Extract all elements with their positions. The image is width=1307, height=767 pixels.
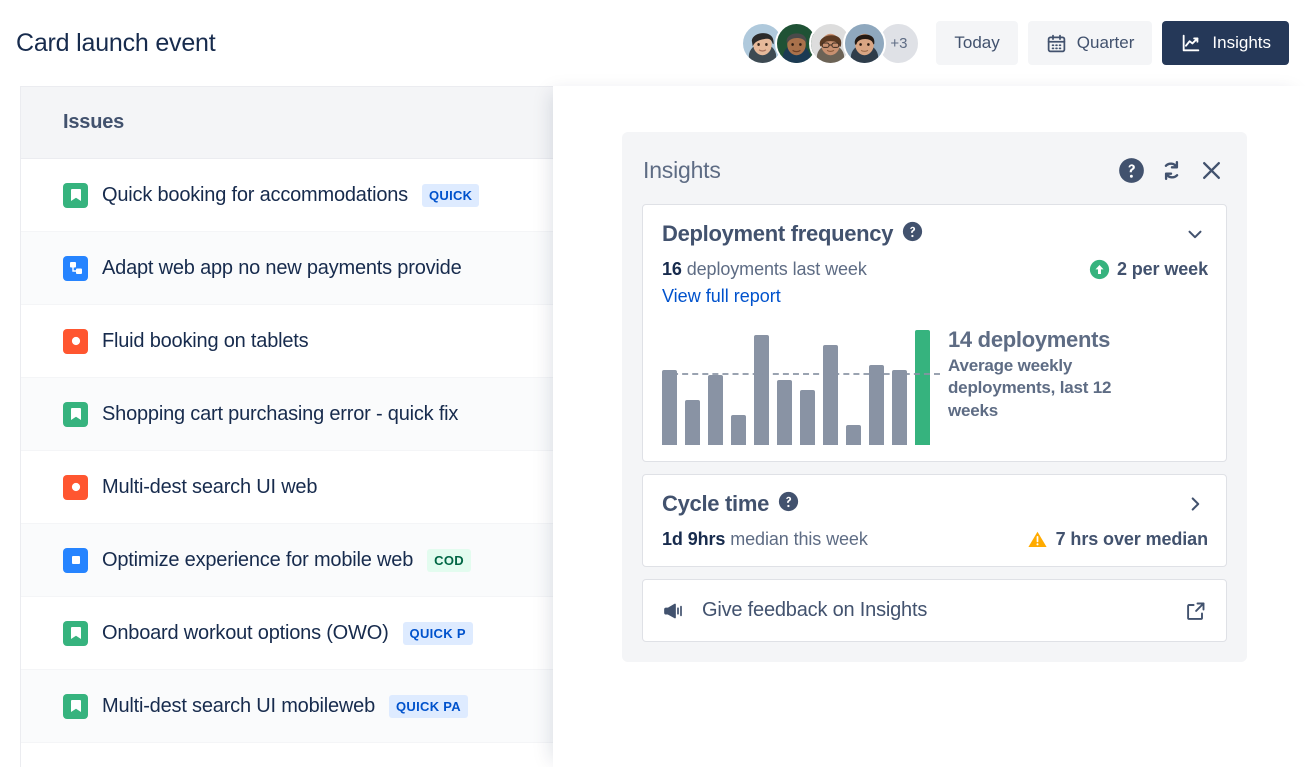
issue-title: Adapt web app no new payments provide bbox=[102, 257, 462, 280]
deployment-frequency-card: Deployment frequency 16 deployments last… bbox=[642, 204, 1227, 462]
status-badge: QUICK PA bbox=[389, 695, 468, 718]
today-button-label: Today bbox=[954, 33, 999, 53]
bug-icon bbox=[63, 475, 88, 500]
chart-legend: 14 deployments Average weekly deployment… bbox=[948, 325, 1163, 422]
cycle-time-header: Cycle time bbox=[662, 491, 1208, 517]
chart-bar bbox=[685, 400, 700, 445]
chart-bar bbox=[800, 390, 815, 445]
task-icon bbox=[63, 548, 88, 573]
issue-title: Shopping cart purchasing error - quick f… bbox=[102, 403, 458, 426]
cycle-time-card[interactable]: Cycle time 1d 9hrs median this week bbox=[642, 474, 1227, 567]
insights-panel-header: Insights bbox=[642, 148, 1227, 192]
deployment-stat-value: 16 bbox=[662, 259, 682, 279]
issue-title: Multi-dest search UI mobileweb bbox=[102, 695, 375, 718]
deployment-trend-text: 2 per week bbox=[1117, 259, 1208, 280]
app-header: Card launch event +3 Today bbox=[0, 0, 1307, 86]
story-bookmark-icon bbox=[63, 402, 88, 427]
refresh-icon[interactable] bbox=[1158, 157, 1185, 184]
help-icon[interactable] bbox=[1118, 157, 1145, 184]
deployment-stat-label: deployments last week bbox=[687, 259, 867, 279]
subtask-icon bbox=[63, 256, 88, 281]
story-bookmark-icon bbox=[63, 621, 88, 646]
chart-plot bbox=[662, 325, 930, 445]
cycle-time-stat-value: 1d 9hrs bbox=[662, 529, 725, 549]
issue-title: Fluid booking on tablets bbox=[102, 330, 308, 353]
story-bookmark-icon bbox=[63, 694, 88, 719]
issue-title: Quick booking for accommodations bbox=[102, 184, 408, 207]
calendar-icon bbox=[1046, 33, 1067, 54]
help-icon[interactable] bbox=[902, 221, 923, 247]
chart-legend-description: Average weekly deployments, last 12 week… bbox=[948, 355, 1163, 422]
insights-chart-icon bbox=[1180, 32, 1202, 54]
quarter-button-label: Quarter bbox=[1077, 33, 1135, 53]
chart-average-line bbox=[662, 373, 940, 375]
deployment-frequency-title: Deployment frequency bbox=[662, 221, 893, 247]
arrow-up-circle-icon bbox=[1089, 259, 1110, 280]
external-link-icon bbox=[1184, 599, 1208, 623]
issue-title: Optimize experience for mobile web bbox=[102, 549, 413, 572]
chevron-down-icon[interactable] bbox=[1182, 223, 1208, 245]
cycle-time-stat: 1d 9hrs median this week bbox=[662, 529, 868, 550]
chart-bar bbox=[777, 380, 792, 445]
deployment-trend: 2 per week bbox=[1089, 259, 1208, 280]
cycle-time-warning-text: 7 hrs over median bbox=[1056, 529, 1208, 550]
quarter-button[interactable]: Quarter bbox=[1028, 21, 1153, 65]
give-feedback-label: Give feedback on Insights bbox=[702, 599, 927, 622]
insights-button-label: Insights bbox=[1212, 33, 1271, 53]
chart-bar bbox=[731, 415, 746, 445]
view-full-report-link[interactable]: View full report bbox=[662, 286, 781, 307]
close-icon[interactable] bbox=[1198, 157, 1225, 184]
chart-bar bbox=[823, 345, 838, 445]
chart-bar bbox=[754, 335, 769, 445]
chart-bar bbox=[892, 370, 907, 445]
page-title: Card launch event bbox=[16, 29, 216, 58]
cycle-time-warning: 7 hrs over median bbox=[1027, 529, 1208, 550]
status-badge: COD bbox=[427, 549, 471, 572]
warning-triangle-icon bbox=[1027, 529, 1048, 550]
today-button[interactable]: Today bbox=[936, 21, 1017, 65]
cycle-time-stat-label: median this week bbox=[730, 529, 867, 549]
chart-bar bbox=[708, 375, 723, 445]
chart-bar-highlight bbox=[915, 330, 930, 445]
cycle-time-stat-row: 1d 9hrs median this week 7 hrs over medi… bbox=[662, 529, 1208, 550]
issue-title: Multi-dest search UI web bbox=[102, 476, 317, 499]
deployment-stat: 16 deployments last week bbox=[662, 259, 867, 280]
cycle-time-title: Cycle time bbox=[662, 491, 769, 517]
insights-button[interactable]: Insights bbox=[1162, 21, 1289, 65]
issue-title: Onboard workout options (OWO) bbox=[102, 622, 389, 645]
deployment-frequency-chart: 14 deployments Average weekly deployment… bbox=[662, 325, 1208, 445]
deployment-frequency-header: Deployment frequency bbox=[662, 221, 1208, 247]
avatar-group[interactable]: +3 bbox=[741, 22, 920, 65]
megaphone-icon bbox=[662, 599, 686, 623]
bug-icon bbox=[63, 329, 88, 354]
insights-panel-body: Insights bbox=[622, 132, 1247, 662]
deployment-stat-row: 16 deployments last week 2 per week bbox=[662, 259, 1208, 280]
chart-bar bbox=[869, 365, 884, 445]
insights-panel-title: Insights bbox=[643, 157, 721, 184]
chevron-right-icon[interactable] bbox=[1182, 493, 1208, 515]
status-badge: QUICK bbox=[422, 184, 479, 207]
chart-bar bbox=[846, 425, 861, 445]
status-badge: QUICK P bbox=[403, 622, 473, 645]
insights-panel: Insights bbox=[553, 86, 1307, 767]
story-bookmark-icon bbox=[63, 183, 88, 208]
issues-column-title: Issues bbox=[63, 111, 124, 134]
help-icon[interactable] bbox=[778, 491, 799, 517]
give-feedback-button[interactable]: Give feedback on Insights bbox=[642, 579, 1227, 642]
chart-bars bbox=[662, 325, 930, 445]
header-actions: +3 Today Quarter In bbox=[741, 21, 1289, 65]
avatar[interactable] bbox=[843, 22, 886, 65]
chart-bar bbox=[662, 370, 677, 445]
insights-panel-actions bbox=[1118, 157, 1225, 184]
chart-legend-value: 14 deployments bbox=[948, 327, 1163, 353]
